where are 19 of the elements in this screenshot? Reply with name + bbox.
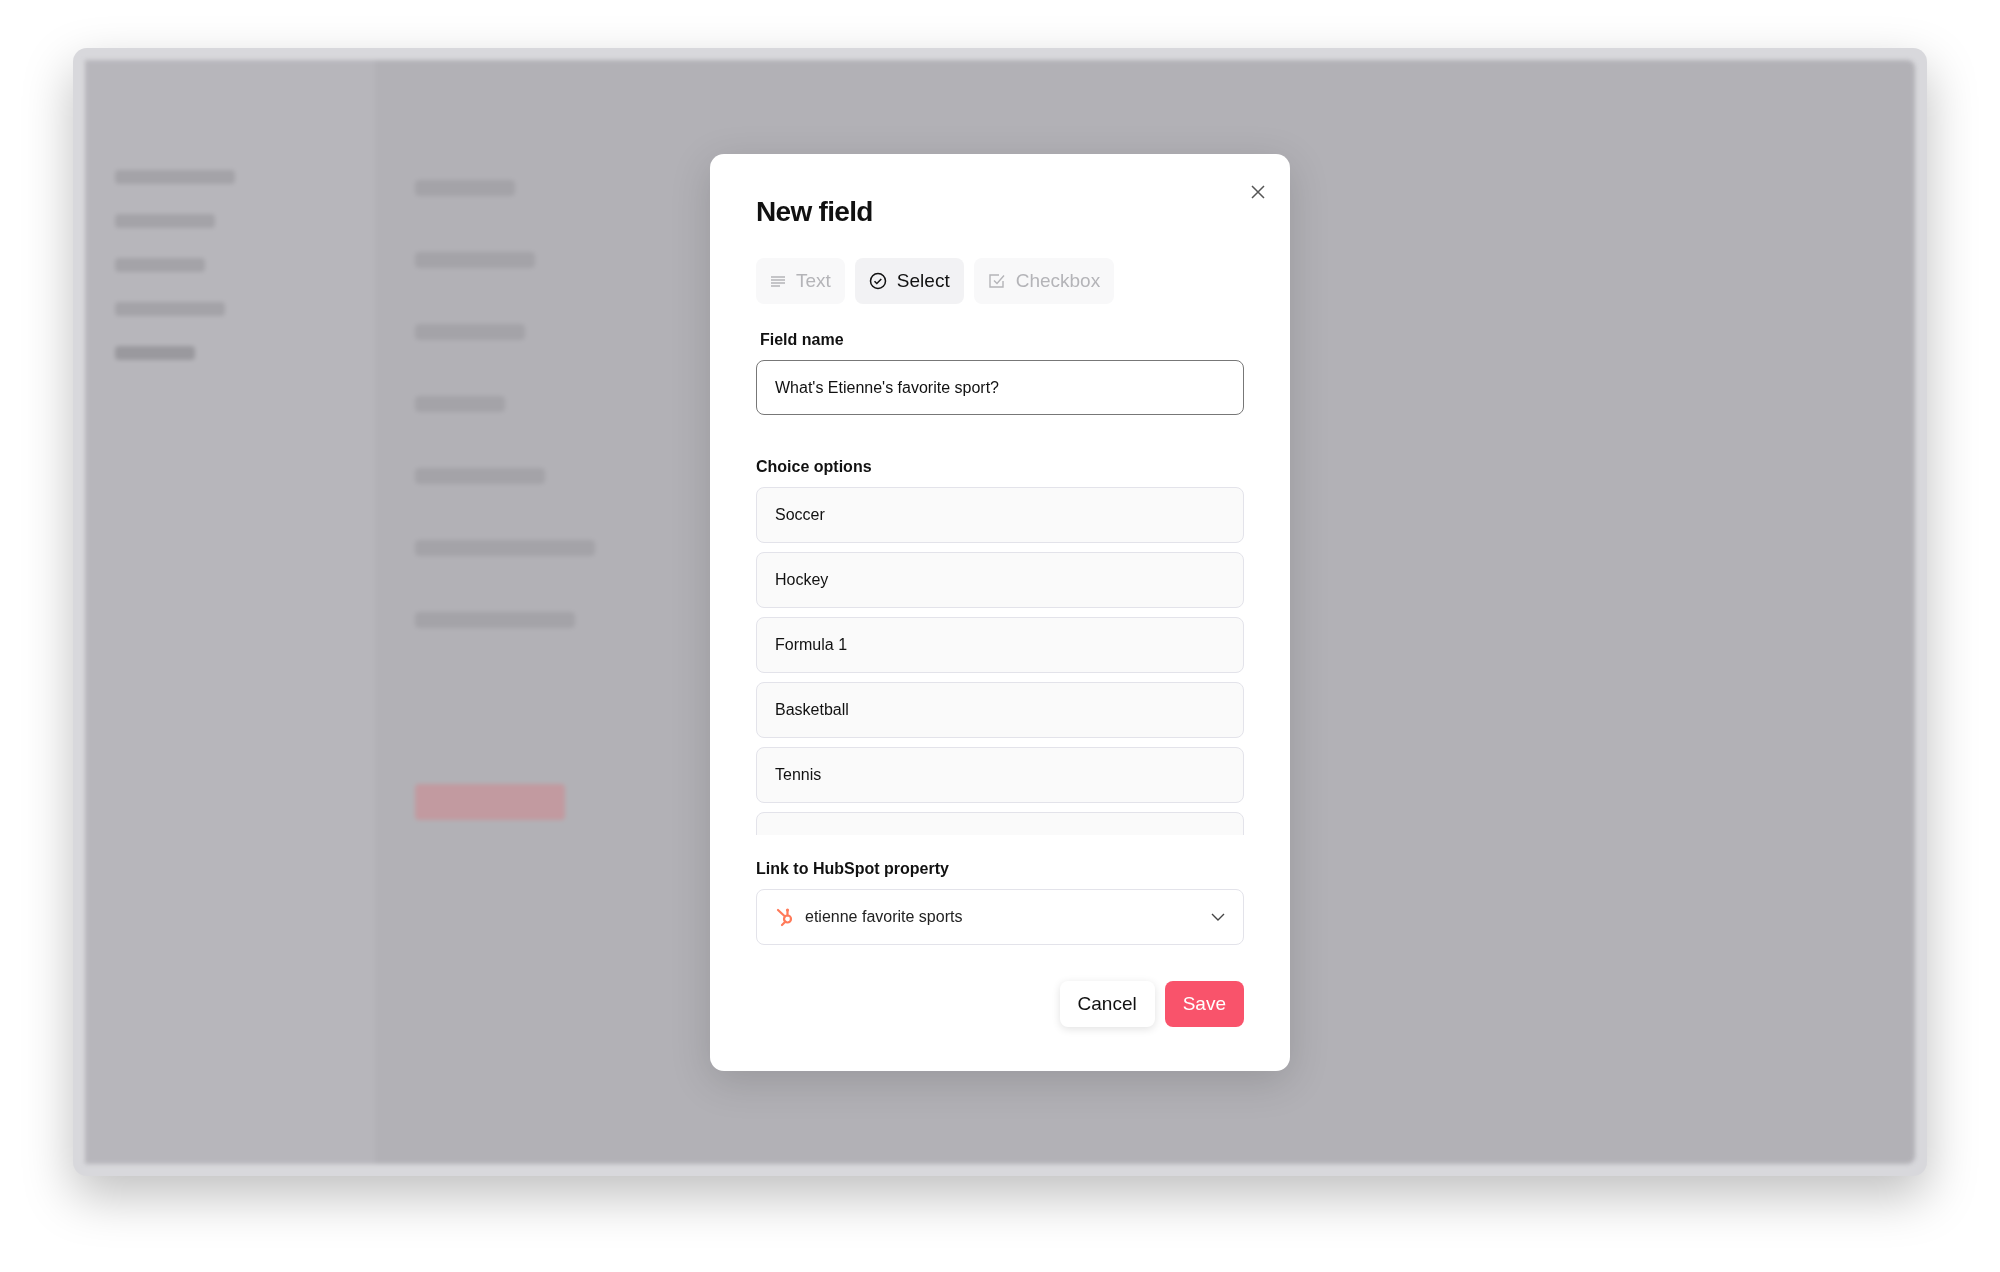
option-field[interactable]: Hockey: [756, 552, 1244, 608]
option-field[interactable]: Tennis: [756, 747, 1244, 803]
field-name-input[interactable]: What's Etienne's favorite sport?: [756, 360, 1244, 415]
option-field[interactable]: Basketball: [756, 682, 1244, 738]
dialog-title: New field: [756, 198, 874, 226]
hubspot-property-dropdown[interactable]: etienne favorite sports: [756, 889, 1244, 945]
lines-icon: [770, 274, 786, 288]
option-field[interactable]: Formula 1: [756, 617, 1244, 673]
field-label: Field name: [760, 330, 845, 350]
tab[interactable]: Select: [854, 258, 964, 304]
hubspot-icon: [775, 907, 795, 927]
close-icon: [1251, 185, 1265, 199]
field-label: Link to HubSpot property: [756, 859, 950, 879]
checkbox-icon: [987, 272, 1006, 290]
cancel-button[interactable]: Cancel: [1059, 981, 1155, 1027]
check-circle-icon: [868, 272, 887, 290]
option-field[interactable]: Soccer: [756, 487, 1244, 543]
field-label: Choice options: [756, 457, 873, 477]
chevron-down-icon: [1211, 913, 1225, 921]
